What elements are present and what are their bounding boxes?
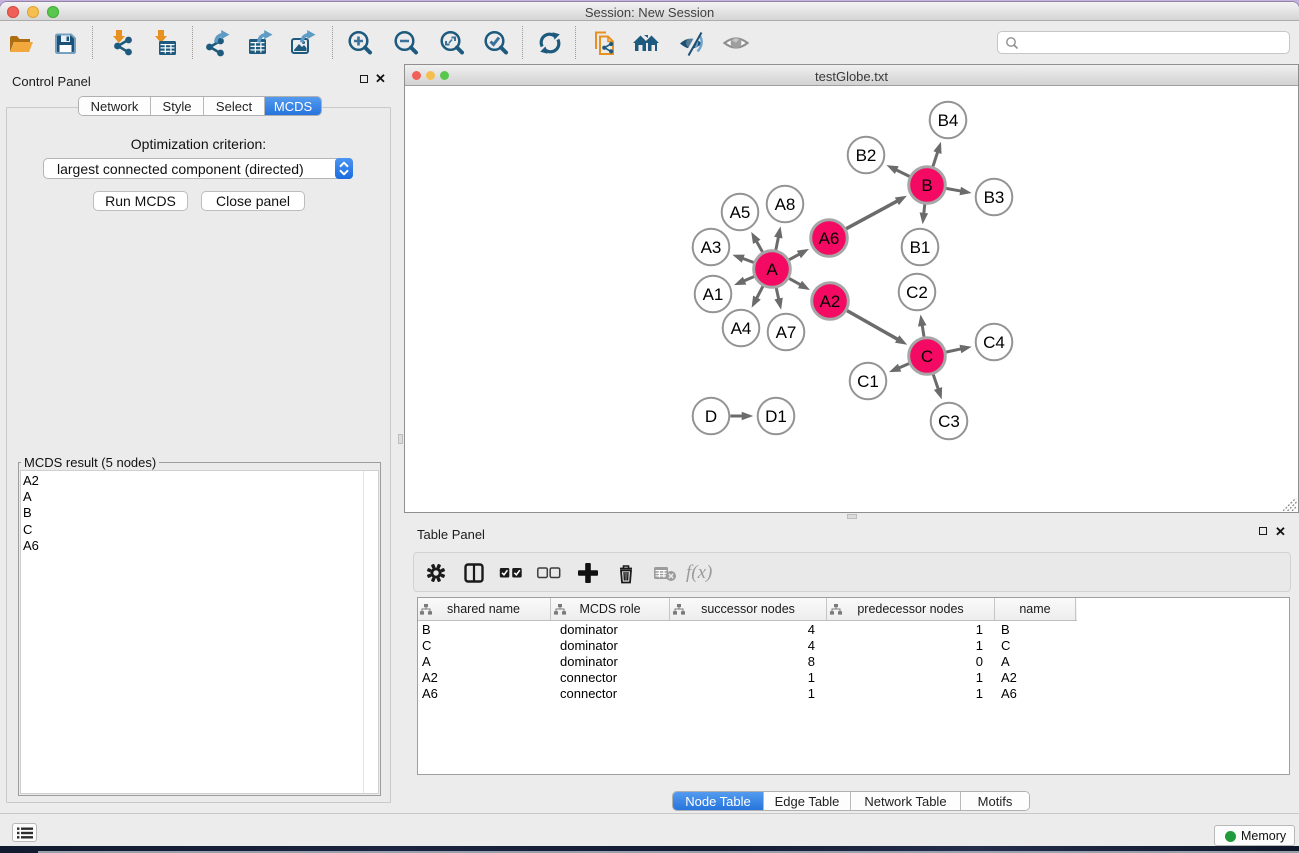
svg-text:A4: A4 <box>731 319 752 338</box>
svg-text:A5: A5 <box>730 203 751 222</box>
svg-text:f(x): f(x) <box>686 562 712 583</box>
svg-text:D1: D1 <box>765 407 787 426</box>
svg-text:D: D <box>705 407 717 426</box>
svg-text:A8: A8 <box>775 195 796 214</box>
svg-text:B: B <box>921 176 932 195</box>
svg-text:A2: A2 <box>820 292 841 311</box>
svg-text:C2: C2 <box>906 283 928 302</box>
svg-text:C4: C4 <box>983 333 1005 352</box>
svg-text:A6: A6 <box>819 229 840 248</box>
svg-text:B1: B1 <box>910 238 931 257</box>
svg-text:B2: B2 <box>856 146 877 165</box>
svg-text:C1: C1 <box>857 372 879 391</box>
svg-text:A: A <box>766 260 778 279</box>
svg-text:A3: A3 <box>701 238 722 257</box>
svg-text:B3: B3 <box>984 188 1005 207</box>
svg-text:C3: C3 <box>938 412 960 431</box>
svg-text:B4: B4 <box>938 111 959 130</box>
svg-text:C: C <box>921 347 933 366</box>
svg-text:A7: A7 <box>776 323 797 342</box>
svg-text:A1: A1 <box>703 285 724 304</box>
